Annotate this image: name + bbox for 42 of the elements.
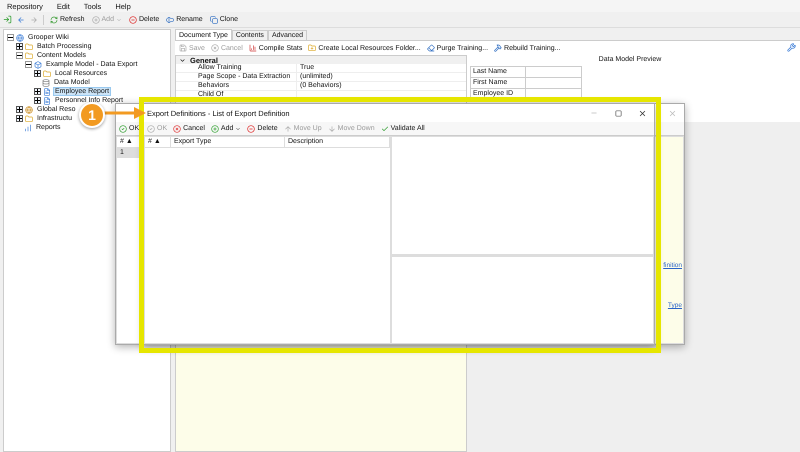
expand-icon[interactable]	[16, 106, 23, 113]
close-icon[interactable]	[638, 108, 646, 118]
bar-chart-icon	[248, 44, 257, 52]
plus-icon	[92, 16, 100, 24]
minus-icon	[128, 16, 137, 24]
expand-icon[interactable]	[34, 88, 41, 95]
refresh-icon	[50, 16, 58, 24]
collapse-icon[interactable]	[16, 52, 23, 59]
chevron-icon[interactable]	[179, 56, 186, 64]
save-icon	[179, 44, 187, 52]
maximize-icon[interactable]	[614, 110, 622, 116]
minus-icon	[247, 124, 256, 132]
plus-icon	[210, 124, 219, 132]
copy-icon	[210, 16, 218, 24]
sign-in-icon[interactable]	[3, 15, 12, 24]
expand-icon[interactable]	[34, 70, 41, 77]
cancel-icon	[210, 44, 219, 52]
back-icon[interactable]	[17, 16, 25, 24]
database-icon	[42, 78, 50, 86]
folder-icon	[25, 114, 33, 122]
globe-icon	[25, 106, 33, 114]
check-icon	[380, 124, 389, 132]
eraser-icon	[426, 44, 435, 52]
hammer-icon	[494, 44, 502, 52]
arrow-down-icon	[328, 124, 336, 132]
collapse-icon[interactable]	[7, 34, 14, 41]
folder-plus-icon	[308, 44, 316, 52]
expand-icon[interactable]	[34, 97, 41, 104]
rename-icon	[166, 16, 174, 24]
box-icon	[34, 60, 42, 68]
cancel-icon	[173, 124, 182, 132]
expand-icon[interactable]	[16, 43, 23, 50]
pointer-arrow	[104, 107, 146, 119]
folder-icon	[43, 70, 51, 78]
arrow-up-icon	[284, 124, 292, 132]
check-circle-icon	[147, 124, 155, 132]
check-circle-icon	[119, 124, 127, 132]
expand-icon[interactable]	[16, 115, 23, 122]
collapse-icon[interactable]	[25, 61, 32, 68]
bar-chart-icon	[24, 124, 32, 132]
settings-icon[interactable]	[787, 43, 796, 52]
globe-icon	[16, 34, 24, 42]
